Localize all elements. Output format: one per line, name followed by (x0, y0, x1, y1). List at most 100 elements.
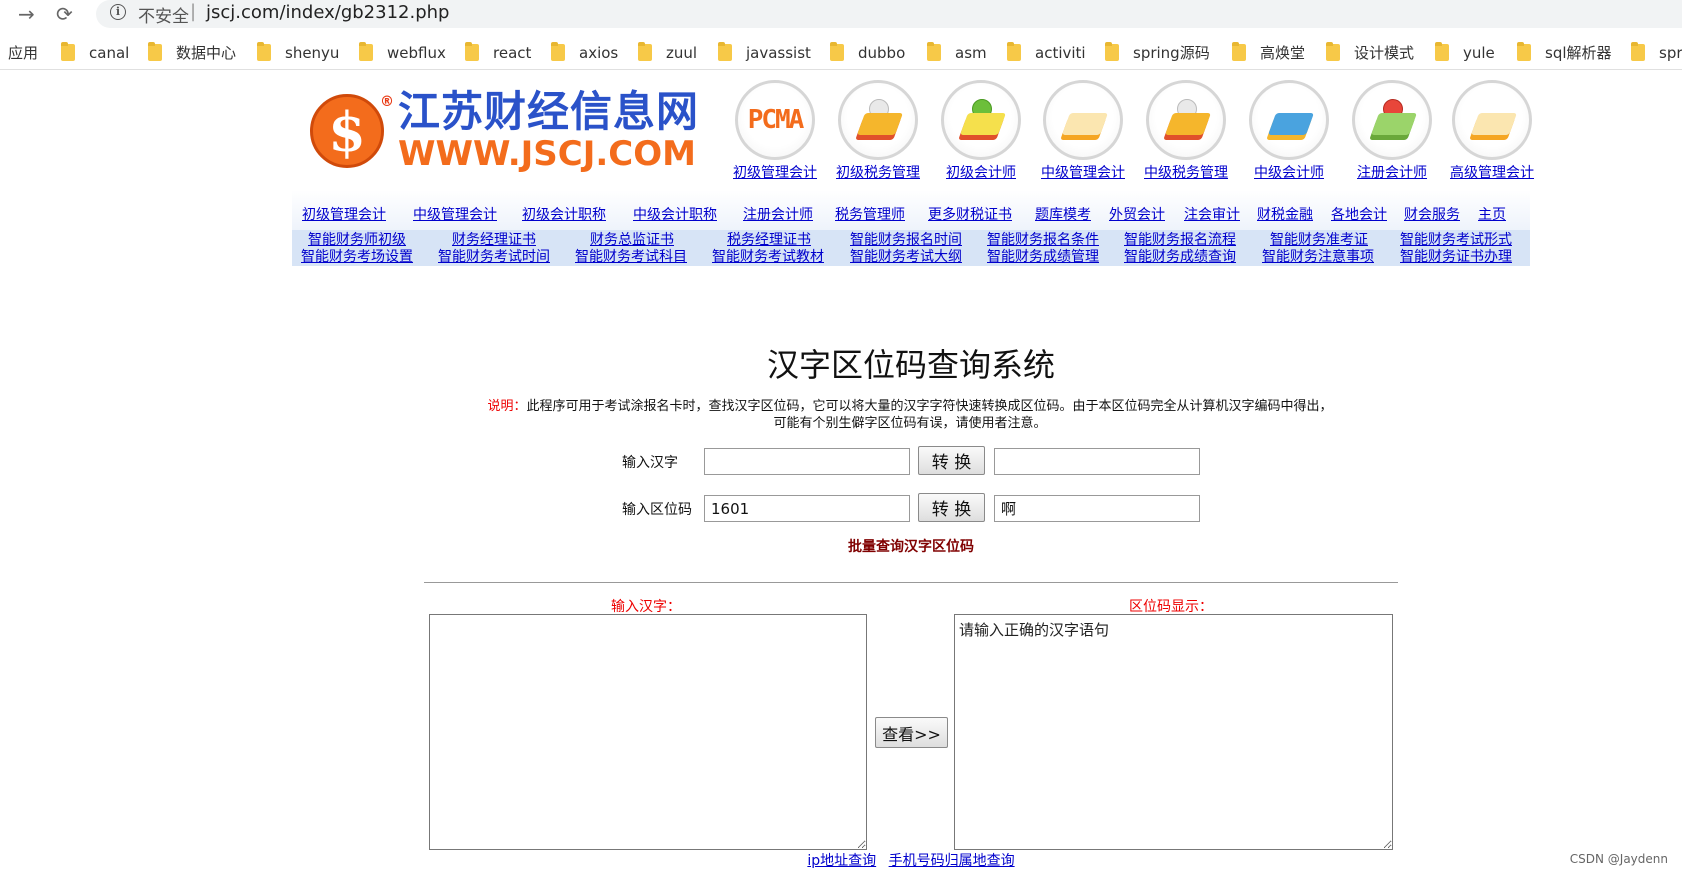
sub-nav-link[interactable]: 智能财务师初级 (308, 232, 406, 248)
watermark: CSDN @Jaydenn (1569, 852, 1668, 866)
sub-nav-link[interactable]: 智能财务准考证 (1270, 232, 1368, 248)
nav-link[interactable]: 注册会计师 (743, 204, 813, 224)
batch-output-label: 区位码显示： (1129, 599, 1213, 615)
view-button[interactable]: 查看>> (875, 717, 948, 748)
sub-nav-link[interactable]: 智能财务考试教材 (712, 249, 824, 265)
folder-icon (638, 42, 652, 61)
sub-nav-link[interactable]: 智能财务报名流程 (1124, 232, 1236, 248)
bookmark-item[interactable]: zuul (638, 42, 697, 64)
sub-nav-link[interactable]: 财务总监证书 (590, 232, 674, 248)
nav-link[interactable]: 外贸会计 (1109, 204, 1165, 224)
registered-mark: ® (380, 94, 394, 110)
folder-icon (148, 42, 162, 61)
code-input[interactable] (704, 495, 910, 522)
folder-icon (551, 42, 565, 61)
description-label: 说明： (487, 399, 527, 414)
nav-link[interactable]: 财税金融 (1257, 204, 1313, 224)
sub-nav-link[interactable]: 智能财务考场设置 (301, 249, 413, 265)
cert-item[interactable]: 中级管理会计 (1033, 80, 1133, 182)
nav-link[interactable]: 更多财税证书 (928, 204, 1012, 224)
footer-links: ip地址查询 手机号码归属地查询 (0, 850, 1682, 870)
sub-nav-link[interactable]: 财务经理证书 (452, 232, 536, 248)
cert-item[interactable]: PCMA 初级管理会计 (725, 80, 825, 182)
insecure-label: 不安全 (138, 7, 189, 27)
sub-nav-link[interactable]: 税务经理证书 (727, 232, 811, 248)
sub-nav-link[interactable]: 智能财务考试形式 (1400, 232, 1512, 248)
nav-link[interactable]: 中级会计职称 (633, 204, 717, 224)
batch-code-textarea[interactable]: 请输入正确的汉字语句 (954, 614, 1393, 850)
bookmark-item[interactable]: 高焕堂 (1232, 42, 1305, 64)
hanzi-result-field[interactable] (994, 448, 1200, 475)
palm-book-icon (941, 80, 1021, 160)
bookmark-item[interactable]: axios (551, 42, 618, 64)
cert-item[interactable]: 中级会计师 (1239, 80, 1339, 182)
sub-nav-link[interactable]: 智能财务报名条件 (987, 232, 1099, 248)
batch-input-label: 输入汉字： (611, 599, 681, 615)
cert-item[interactable]: 初级税务管理 (828, 80, 928, 182)
url-bar[interactable]: i 不安全 | jscj.com/index/gb2312.php (96, 0, 1682, 28)
arrow-right-icon[interactable]: → (18, 2, 35, 26)
convert-hanzi-button[interactable]: 转 换 (918, 446, 985, 475)
sub-nav-link[interactable]: 智能财务考试科目 (575, 249, 687, 265)
phone-lookup-link[interactable]: 手机号码归属地查询 (889, 853, 1015, 869)
nav-link[interactable]: 注会审计 (1184, 204, 1240, 224)
pcma-icon: PCMA (735, 80, 815, 160)
sub-nav-link[interactable]: 智能财务成绩查询 (1124, 249, 1236, 265)
nav-link[interactable]: 题库模考 (1035, 204, 1091, 224)
convert-code-button[interactable]: 转 换 (918, 493, 985, 522)
cert-item[interactable]: 注册会计师 (1342, 80, 1442, 182)
cert-item[interactable]: 高级管理会计 (1442, 80, 1542, 182)
site-logo[interactable]: $ ® 江苏财经信息网 WWW.JSCJ.COM (292, 80, 707, 178)
reload-icon[interactable]: ⟳ (56, 2, 73, 26)
nav-link[interactable]: 中级管理会计 (413, 204, 497, 224)
browser-address-bar: → ⟳ i 不安全 | jscj.com/index/gb2312.php (0, 0, 1682, 28)
bookmark-item[interactable]: dubbo (830, 42, 905, 64)
nav-link[interactable]: 财会服务 (1404, 204, 1460, 224)
nav-link[interactable]: 税务管理师 (835, 204, 905, 224)
bookmark-item[interactable]: 设计模式 (1326, 42, 1414, 64)
nav-link-home[interactable]: 主页 (1478, 204, 1506, 224)
sub-nav-link[interactable]: 智能财务证书办理 (1400, 249, 1512, 265)
folder-icon (1232, 42, 1246, 61)
nav-link[interactable]: 初级管理会计 (302, 204, 386, 224)
sub-nav: 智能财务师初级 财务经理证书 财务总监证书 税务经理证书 智能财务报名时间 智能… (292, 230, 1530, 266)
folder-icon (1517, 42, 1531, 61)
nav-link[interactable]: 各地会计 (1331, 204, 1387, 224)
bookmark-item[interactable]: yule (1435, 42, 1495, 64)
sub-nav-link[interactable]: 智能财务注意事项 (1262, 249, 1374, 265)
sub-nav-link[interactable]: 智能财务报名时间 (850, 232, 962, 248)
cert-item[interactable]: 中级税务管理 (1136, 80, 1236, 182)
description-line2: 可能有个别生僻字区位码有误，请使用者注意。 (773, 416, 1047, 431)
folder-icon (718, 42, 732, 61)
bookmark-item[interactable]: shenyu (257, 42, 339, 64)
code-result-field[interactable] (994, 495, 1200, 522)
bookmark-item[interactable]: spr (1631, 42, 1682, 64)
bookmark-item[interactable]: asm (927, 42, 987, 64)
nav-link[interactable]: 初级会计职称 (522, 204, 606, 224)
bookmark-item[interactable]: activiti (1007, 42, 1086, 64)
hanzi-input-label: 输入汉字 (622, 455, 678, 471)
bookmark-item[interactable]: spring源码 (1105, 42, 1210, 64)
logo-en-text: WWW.JSCJ.COM (398, 134, 696, 174)
folder-icon (927, 42, 941, 61)
batch-hanzi-textarea[interactable] (429, 614, 867, 850)
bookmark-item[interactable]: 数据中心 (148, 42, 236, 64)
url-text[interactable]: jscj.com/index/gb2312.php (206, 2, 449, 23)
divider (424, 582, 1398, 583)
info-icon[interactable]: i (110, 4, 126, 20)
bookmark-item[interactable]: webflux (359, 42, 446, 64)
bookmark-item[interactable]: react (465, 42, 531, 64)
bookmark-item[interactable]: sql解析器 (1517, 42, 1612, 64)
cert-icon-row: PCMA 初级管理会计 初级税务管理 初级会计师 中级管理会计 中级税务管理 中… (725, 80, 1534, 188)
bookmark-item[interactable]: javassist (718, 42, 811, 64)
sub-nav-link[interactable]: 智能财务考试大纲 (850, 249, 962, 265)
ip-lookup-link[interactable]: ip地址查询 (807, 853, 876, 869)
description-line1: 此程序可用于考试涂报名卡时，查找汉字区位码，它可以将大量的汉字字符快速转换成区位… (526, 399, 1333, 414)
cert-item[interactable]: 初级会计师 (931, 80, 1031, 182)
folder-icon (359, 42, 373, 61)
sub-nav-link[interactable]: 智能财务成绩管理 (987, 249, 1099, 265)
sub-nav-link[interactable]: 智能财务考试时间 (438, 249, 550, 265)
bookmark-item[interactable]: canal (61, 42, 129, 64)
hanzi-input[interactable] (704, 448, 910, 475)
bookmark-apps[interactable]: 应用 (8, 42, 38, 64)
